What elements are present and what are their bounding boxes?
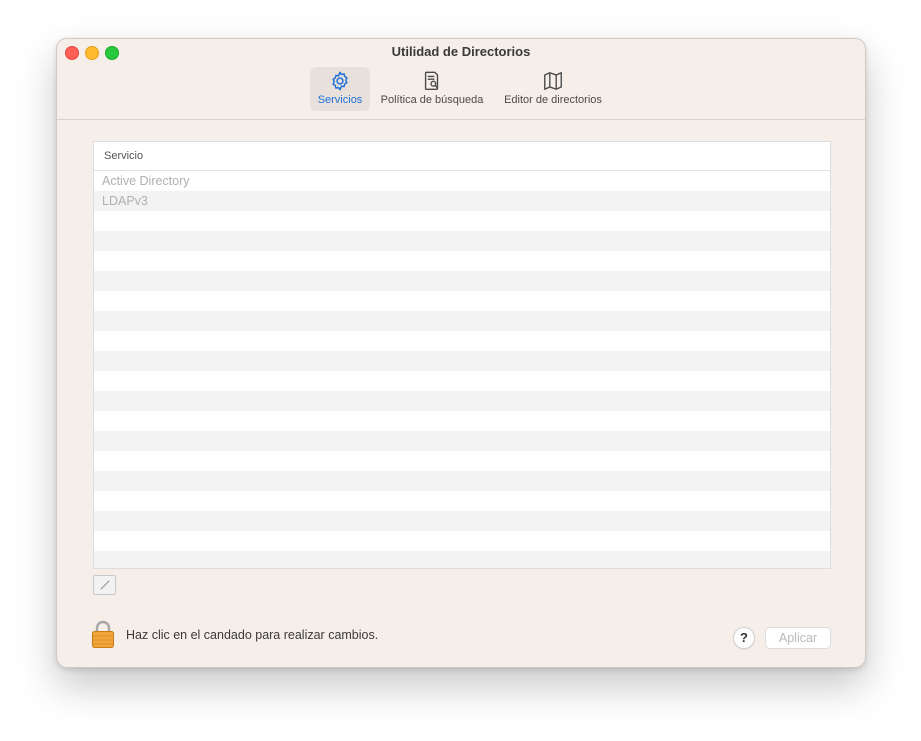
table-row-empty (94, 511, 830, 531)
table-row-empty (94, 531, 830, 551)
gear-icon (332, 71, 348, 91)
table-row-empty (94, 471, 830, 491)
edit-service-button[interactable] (93, 575, 116, 595)
toolbar-item-editor-directorios[interactable]: Editor de directorios (495, 67, 611, 111)
table-row-empty (94, 311, 830, 331)
toolbar-item-politica-busqueda[interactable]: Política de búsqueda (375, 67, 489, 111)
table-row-empty (94, 491, 830, 511)
table-row[interactable]: LDAPv3 (94, 191, 830, 211)
window-title: Utilidad de Directorios (391, 44, 531, 59)
lock-icon (92, 620, 114, 648)
services-list: Active Directory LDAPv3 (94, 171, 830, 568)
help-button[interactable]: ? (733, 627, 755, 649)
column-header-servicio[interactable]: Servicio (94, 142, 830, 171)
table-row-empty (94, 431, 830, 451)
pencil-icon (99, 580, 110, 590)
table-row-empty (94, 451, 830, 471)
table-row-empty (94, 331, 830, 351)
map-icon (544, 72, 562, 90)
toolbar-item-label: Política de búsqueda (380, 94, 484, 106)
toolbar-item-servicios[interactable]: Servicios (310, 67, 370, 111)
table-row-empty (94, 411, 830, 431)
toolbar-item-label: Servicios (317, 94, 363, 106)
lock-message: Haz clic en el candado para realizar cam… (126, 628, 379, 642)
table-row[interactable]: Active Directory (94, 171, 830, 191)
search-document-icon (424, 71, 439, 90)
table-row-empty (94, 211, 830, 231)
table-row-empty (94, 351, 830, 371)
table-row-empty (94, 231, 830, 251)
table-row-empty (94, 251, 830, 271)
table-row-empty (94, 271, 830, 291)
table-row-empty (94, 391, 830, 411)
titlebar: Utilidad de Directorios Servicios Políti… (57, 39, 865, 120)
table-row-empty (94, 551, 830, 568)
table-row-empty (94, 291, 830, 311)
services-table: Servicio Active Directory LDAPv3 (93, 141, 831, 569)
apply-button[interactable]: Aplicar (765, 627, 831, 649)
directory-utility-window: Utilidad de Directorios Servicios Políti… (56, 38, 866, 668)
lock-button[interactable] (91, 619, 115, 649)
table-row-empty (94, 371, 830, 391)
toolbar-item-label: Editor de directorios (504, 94, 602, 106)
